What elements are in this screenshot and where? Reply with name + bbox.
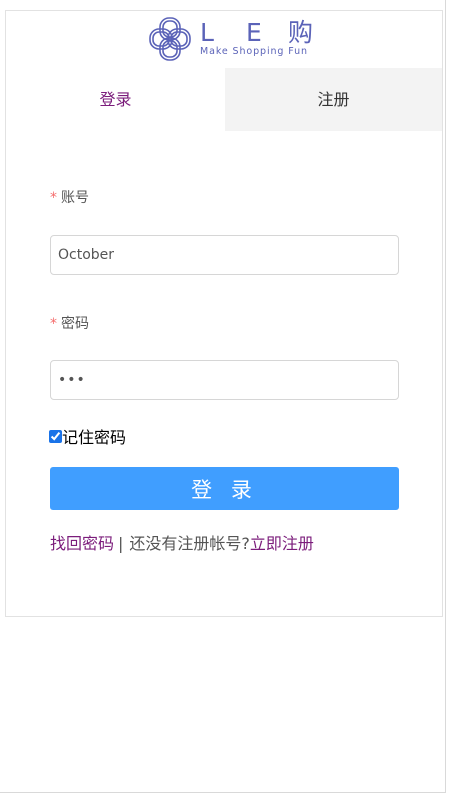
brand-letter-l: L <box>200 18 214 47</box>
account-label-text: 账号 <box>61 190 89 206</box>
brand-tagline: Make Shopping Fun <box>200 46 308 57</box>
link-separator: | <box>118 534 124 553</box>
login-card: L E 购 Make Shopping Fun 登录 注册 *账号 *密码 记住… <box>5 10 443 617</box>
tab-login[interactable]: 登录 <box>6 68 225 131</box>
register-now-link[interactable]: 立即注册 <box>250 534 314 553</box>
password-label-text: 密码 <box>61 316 89 332</box>
brand-letter-gou: 购 <box>288 18 314 47</box>
account-input[interactable] <box>50 235 399 275</box>
no-account-text: 还没有注册帐号? <box>129 534 250 553</box>
required-mark: * <box>50 190 57 206</box>
remember-checkbox[interactable] <box>49 429 62 443</box>
brand-header: L E 购 Make Shopping Fun <box>6 11 442 69</box>
login-button[interactable]: 登 录 <box>50 467 399 510</box>
forgot-password-link[interactable]: 找回密码 <box>50 534 114 553</box>
tab-register[interactable]: 注册 <box>225 68 442 131</box>
password-label: * 密码 <box>50 313 89 333</box>
auth-links: 找回密码 | 还没有注册帐号?立即注册 <box>50 530 314 554</box>
auth-tabs: 登录 注册 <box>6 68 442 131</box>
page-edge-right <box>445 0 446 793</box>
remember-password[interactable]: 记住密码 <box>49 424 126 448</box>
remember-label: 记住密码 <box>62 428 127 447</box>
account-label: * 账号 <box>50 187 89 207</box>
required-mark: * <box>50 316 57 332</box>
brand-letter-e: E <box>246 18 262 47</box>
interlaced-knot-logo-icon <box>149 17 191 61</box>
password-input[interactable] <box>50 360 399 400</box>
